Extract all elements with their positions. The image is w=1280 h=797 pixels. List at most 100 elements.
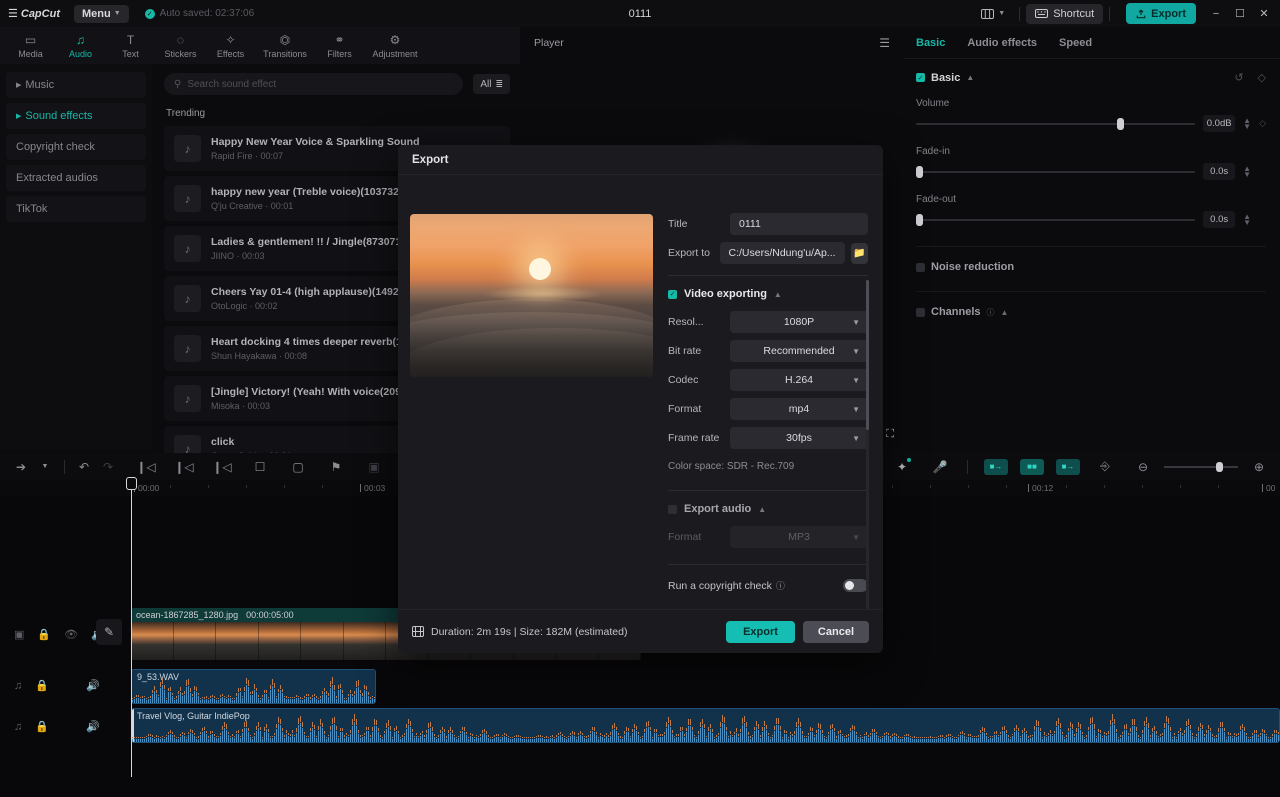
timeline-clip-audio-1[interactable]: 9_53.WAV — [131, 669, 376, 704]
select-tool-icon[interactable]: ➔ — [10, 457, 32, 477]
adjust-width-icon[interactable]: ⎆ — [1094, 457, 1116, 477]
volume-slider[interactable] — [916, 117, 1196, 130]
noise-reduction-row[interactable]: Noise reduction — [916, 261, 1266, 273]
sidebar-item-sound-effects[interactable]: ▶ Sound effects — [6, 103, 146, 129]
audio-icon[interactable]: ♫ — [14, 721, 22, 733]
format-select[interactable]: mp4 ▼ — [730, 398, 868, 420]
layout-button[interactable]: ▼ — [973, 4, 1013, 24]
info-icon[interactable]: ⓘ — [987, 307, 995, 318]
slider-knob[interactable] — [916, 213, 923, 226]
volume-stepper[interactable]: ▲ ▼ — [1243, 116, 1251, 130]
title-input[interactable]: 0111 — [730, 213, 868, 235]
search-input[interactable]: ⚲ Search sound effect — [164, 73, 464, 95]
select-dropdown-icon[interactable]: ▼ — [34, 457, 56, 477]
tab-audio[interactable]: ♫ Audio — [56, 28, 105, 63]
folder-icon[interactable]: 📁 — [850, 242, 868, 264]
export-path-input[interactable]: C:/Users/Ndung'u/Ap... — [719, 242, 845, 264]
slider-knob[interactable] — [916, 165, 923, 178]
undo-icon[interactable]: ↶ — [73, 457, 95, 477]
framerate-select[interactable]: 30fps ▼ — [730, 427, 868, 449]
zoom-in-icon[interactable]: ⊕ — [1248, 457, 1270, 477]
auto-effects-icon[interactable]: ✦ — [891, 457, 913, 477]
collapse-icon[interactable]: ▲ — [774, 290, 782, 299]
fit-right-icon[interactable]: ■→ — [1056, 458, 1080, 475]
menu-button[interactable]: Menu ▼ — [73, 4, 129, 23]
playhead[interactable] — [126, 477, 137, 777]
tab-media[interactable]: ▭ Media — [6, 28, 55, 63]
tab-audio-effects[interactable]: Audio effects — [967, 37, 1037, 49]
fade-out-stepper[interactable]: ▲ ▼ — [1243, 212, 1251, 226]
reset-icon[interactable]: ↺ — [1234, 71, 1243, 84]
record-voiceover-icon[interactable]: 🎤 — [929, 457, 951, 477]
timeline-clip-audio-2[interactable]: Travel Vlog, Guitar IndiePop — [131, 708, 1280, 743]
fit-left-icon[interactable]: ■→ — [984, 458, 1008, 475]
collapse-icon[interactable]: ▲ — [1001, 308, 1009, 317]
tab-effects[interactable]: ✧ Effects — [206, 28, 255, 63]
close-button[interactable]: ✕ — [1252, 1, 1276, 27]
export-button-titlebar[interactable]: Export — [1126, 3, 1196, 24]
split-icon[interactable]: ❙◁ — [135, 457, 157, 477]
keyframe-icon[interactable]: ◇ — [1259, 118, 1266, 129]
playhead-handle[interactable] — [126, 477, 137, 490]
channels-checkbox[interactable] — [916, 307, 925, 317]
collapse-icon[interactable]: ▲ — [966, 73, 974, 82]
export-confirm-button[interactable]: Export — [726, 620, 795, 643]
hamburger-icon[interactable]: ☰ — [879, 36, 890, 50]
filter-all-button[interactable]: All ≣ — [473, 74, 510, 94]
mute-icon[interactable]: 🔊 — [86, 679, 100, 692]
tab-speed[interactable]: Speed — [1059, 37, 1092, 49]
sidebar-item-music[interactable]: ▶ Music — [6, 72, 146, 98]
basic-checkbox[interactable]: ✓ — [916, 73, 925, 82]
resolution-select[interactable]: 1080P ▼ — [730, 311, 868, 333]
fade-in-value[interactable]: 0.0s — [1203, 163, 1236, 180]
info-icon[interactable]: ⓘ — [776, 579, 785, 592]
tab-transitions[interactable]: ⏣ Transitions — [256, 28, 314, 63]
redo-icon[interactable]: ↷ — [97, 457, 119, 477]
eye-icon[interactable]: 👁 — [64, 628, 78, 641]
trim-start-icon[interactable]: ❙◁ — [173, 457, 195, 477]
fullscreen-icon[interactable]: ⛶ — [886, 428, 894, 441]
fit-center-icon[interactable]: ■■ — [1020, 458, 1044, 475]
edit-cover-button[interactable]: ✎ — [96, 619, 122, 645]
tab-basic[interactable]: Basic — [916, 37, 945, 49]
tab-adjustment[interactable]: ⚙ Adjustment — [365, 28, 425, 63]
codec-select[interactable]: H.264 ▼ — [730, 369, 868, 391]
lock-icon[interactable]: 🔒 — [35, 679, 49, 692]
collapse-icon[interactable]: ▲ — [758, 505, 766, 514]
fade-out-value[interactable]: 0.0s — [1203, 211, 1236, 228]
tab-filters[interactable]: ⚭ Filters — [315, 28, 364, 63]
delete-icon[interactable]: ☐ — [249, 457, 271, 477]
sidebar-item-copyright-check[interactable]: Copyright check — [6, 134, 146, 160]
dialog-scrollbar[interactable] — [866, 280, 869, 610]
cancel-button[interactable]: Cancel — [802, 620, 869, 643]
minimize-button[interactable]: − — [1204, 1, 1228, 27]
zoom-out-icon[interactable]: ⊖ — [1132, 457, 1154, 477]
mute-icon[interactable]: 🔊 — [86, 720, 100, 733]
export-audio-checkbox[interactable] — [668, 504, 677, 514]
slider-knob[interactable] — [1116, 117, 1124, 130]
video-exporting-checkbox[interactable]: ✓ — [668, 289, 677, 299]
lock-icon[interactable]: 🔒 — [35, 720, 49, 733]
keyframe-icon[interactable]: ◇ — [1258, 71, 1266, 84]
sidebar-item-extracted-audios[interactable]: Extracted audios — [6, 165, 146, 191]
fade-in-slider[interactable] — [916, 165, 1196, 178]
marker-icon[interactable]: ⚑ — [325, 457, 347, 477]
lock-icon[interactable]: 🔒 — [37, 628, 51, 641]
freeze-frame-icon[interactable]: ▢ — [287, 457, 309, 477]
maximize-button[interactable]: ☐ — [1228, 1, 1252, 27]
channels-row[interactable]: Channels ⓘ ▲ — [916, 306, 1266, 318]
bitrate-select[interactable]: Recommended ▼ — [730, 340, 868, 362]
audio-icon[interactable]: ♫ — [14, 680, 22, 692]
tab-text[interactable]: T Text — [106, 28, 155, 63]
tab-stickers[interactable]: ◌ Stickers — [156, 28, 205, 63]
fade-in-stepper[interactable]: ▲ ▼ — [1243, 164, 1251, 178]
sidebar-item-tiktok[interactable]: TikTok — [6, 196, 146, 222]
zoom-slider[interactable] — [1164, 461, 1238, 472]
crop-icon[interactable]: ▣ — [363, 457, 385, 477]
fade-out-slider[interactable] — [916, 213, 1196, 226]
volume-value[interactable]: 0.0dB — [1203, 115, 1236, 132]
noise-reduction-checkbox[interactable] — [916, 262, 925, 272]
zoom-slider-knob[interactable] — [1216, 461, 1223, 472]
shortcut-button[interactable]: Shortcut — [1026, 3, 1104, 24]
copyright-check-toggle[interactable] — [843, 579, 868, 592]
